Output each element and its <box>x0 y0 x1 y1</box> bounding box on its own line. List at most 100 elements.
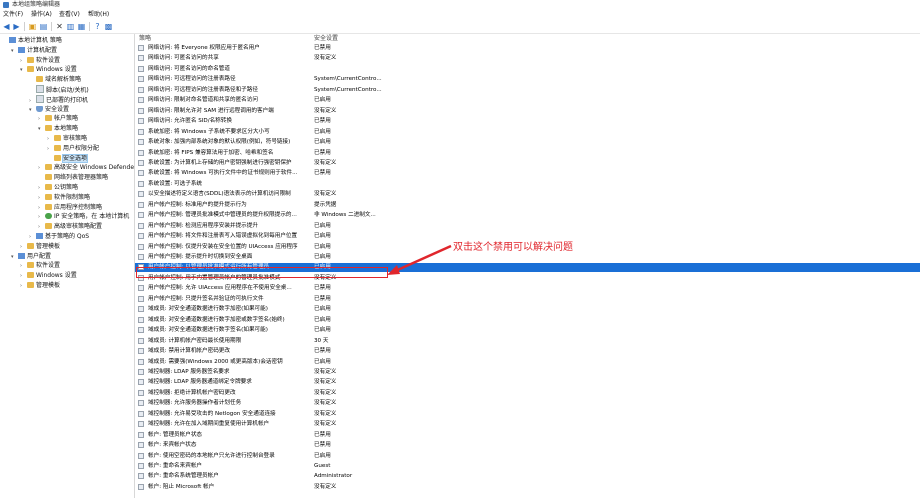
tree-node[interactable]: 网络列表管理器策略 <box>38 173 108 182</box>
tree-node[interactable]: › 软件限制策略 <box>38 193 90 202</box>
policy-row[interactable]: 系统加密: 将 FIPS 兼容算法用于加密、哈希和签名 已禁用 <box>135 149 920 158</box>
policy-row[interactable]: 帐户: 来宾帐户状态 已禁用 <box>135 441 920 450</box>
policy-row[interactable]: 域成员: 禁用计算机帐户密码更改 已禁用 <box>135 347 920 356</box>
policy-row[interactable]: 网络访问: 限制允许对 SAM 进行远程调用的客户端 没有定义 <box>135 107 920 116</box>
policy-row[interactable]: 域成员: 计算机帐户密码最长使用期限 30 天 <box>135 337 920 346</box>
policy-row[interactable]: 帐户: 管理员帐户状态 已禁用 <box>135 431 920 440</box>
tree-node[interactable]: › 管理模板 <box>20 242 60 251</box>
policy-row[interactable]: 网络访问: 可远程访问的注册表路径和子路径 System\CurrentContr… <box>135 86 920 95</box>
forward-icon[interactable]: ▶ <box>12 22 21 31</box>
export-icon[interactable]: ▥ <box>66 22 75 31</box>
tree-node[interactable]: › 公钥策略 <box>38 183 78 192</box>
policy-row[interactable]: 域控制器: LDAP 服务器签名要求 没有定义 <box>135 368 920 377</box>
chevron-down-icon[interactable]: ▾ <box>29 106 36 115</box>
policy-row[interactable]: 网络访问: 可远程访问的注册表路径 System\CurrentContro... <box>135 75 920 84</box>
tree-node[interactable]: 域名解析策略 <box>29 75 81 84</box>
tree-node[interactable]: 脚本(启动/关机) <box>29 85 89 94</box>
policy-row[interactable]: 帐户: 阻止 Microsoft 帐户 没有定义 <box>135 483 920 492</box>
policy-row[interactable]: 用户帐户控制: 标准用户的提升提示行为 提示凭据 <box>135 201 920 210</box>
view-icon[interactable]: ▦ <box>77 22 86 31</box>
policy-row[interactable]: 用户帐户控制: 只提升签名并验证的可执行文件 已禁用 <box>135 295 920 304</box>
tree-node[interactable]: › 管理模板 <box>20 281 60 290</box>
policy-row[interactable]: 系统加密: 将 Windows 子系统不要求区分大小写 已启用 <box>135 128 920 137</box>
policy-row[interactable]: 帐户: 使用空密码的本地帐户只允许进行控制台登录 已启用 <box>135 452 920 461</box>
tree-node[interactable]: ▾ 安全设置 <box>29 105 69 114</box>
tree-node[interactable]: › 应用程序控制策略 <box>38 203 102 212</box>
menu-view[interactable]: 查看(V) <box>59 11 80 19</box>
tree-node[interactable]: 本地计算机 策略 <box>2 36 62 45</box>
policy-row[interactable]: 域成员: 对安全通道数据进行数字加密(如果可能) 已启用 <box>135 305 920 314</box>
policy-row[interactable]: 系统对象: 加强内部系统对象的默认权限(例如，符号链接) 已启用 <box>135 138 920 147</box>
policy-row[interactable]: 域控制器: 允许在加入域期间重复使用计算机帐户 没有定义 <box>135 420 920 429</box>
policy-row[interactable]: 帐户: 重命名系统管理员帐户 Administrator <box>135 472 920 481</box>
tree-node[interactable]: › 软件设置 <box>20 56 60 65</box>
policy-row[interactable]: 网络访问: 可匿名访问的命名管道 <box>135 65 920 74</box>
tree-node[interactable]: 安全选项 <box>47 153 89 163</box>
chevron-right-icon[interactable]: › <box>38 223 45 232</box>
help-icon[interactable]: ? <box>93 22 102 31</box>
policy-row[interactable]: 网络访问: 可匿名访问的共享 没有定义 <box>135 54 920 63</box>
menu-action[interactable]: 操作(A) <box>31 11 52 19</box>
chevron-right-icon[interactable]: › <box>38 115 45 124</box>
chevron-right-icon[interactable]: › <box>20 272 27 281</box>
tree-node[interactable]: › 已部署的打印机 <box>29 94 88 104</box>
menu-file[interactable]: 文件(F) <box>3 11 23 19</box>
tree-node[interactable]: › Windows 设置 <box>20 271 77 280</box>
chevron-right-icon[interactable]: › <box>20 282 27 291</box>
tree-node[interactable]: › 帐户策略 <box>38 114 78 123</box>
policy-row[interactable]: 域成员: 对安全通道数据进行数字签名(如果可能) 已启用 <box>135 326 920 335</box>
properties-icon[interactable]: ▤ <box>39 22 48 31</box>
policy-row[interactable]: 帐户: 重命名来宾帐户 Guest <box>135 462 920 471</box>
chevron-down-icon[interactable]: ▾ <box>11 253 18 262</box>
back-icon[interactable]: ◀ <box>2 22 11 31</box>
policy-row[interactable]: 系统设置: 可选子系统 <box>135 180 920 189</box>
chevron-right-icon[interactable]: › <box>20 243 27 252</box>
view-icon[interactable]: ▩ <box>104 22 113 31</box>
policy-row[interactable]: 域成员: 需要强(Windows 2000 或更高版本)会话密钥 已启用 <box>135 358 920 367</box>
tree-node[interactable]: › 用户权限分配 <box>47 144 99 153</box>
chevron-right-icon[interactable]: › <box>38 213 45 222</box>
policy-row[interactable]: 以安全描述符定义语言(SDDL)语法表示的计算机访问限制 没有定义 <box>135 190 920 199</box>
chevron-right-icon[interactable]: › <box>47 145 54 154</box>
policy-row[interactable]: 网络访问: 将 Everyone 权限应用于匿名用户 已禁用 <box>135 44 920 53</box>
policy-row[interactable]: 域控制器: LDAP 服务器通道绑定令牌要求 没有定义 <box>135 378 920 387</box>
folder-up-icon[interactable]: ▣ <box>28 22 37 31</box>
tree-node[interactable]: › 高级安全 Windows Defender 防火墙 <box>38 163 134 173</box>
tree-node[interactable]: › 软件设置 <box>20 261 60 270</box>
tree-node[interactable]: ▾ 计算机配置 <box>11 46 57 55</box>
tree-node[interactable]: › IP 安全策略，在 本地计算机 <box>38 212 129 221</box>
chevron-right-icon[interactable]: › <box>20 262 27 271</box>
chevron-down-icon[interactable]: ▾ <box>20 66 27 75</box>
policy-row[interactable]: 域控制器: 允许易受攻击的 Netlogon 安全通道连接 没有定义 <box>135 410 920 419</box>
chevron-right-icon[interactable]: › <box>47 135 54 144</box>
chevron-right-icon[interactable]: › <box>20 57 27 66</box>
chevron-right-icon[interactable]: › <box>38 204 45 213</box>
policy-row[interactable]: 网络访问: 允许匿名 SID/名称转换 已禁用 <box>135 117 920 126</box>
policy-row[interactable]: 用户帐户控制: 检测应用程序安装并提示提升 已启用 <box>135 222 920 231</box>
policy-row[interactable]: 域控制器: 拒绝计算机帐户密码更改 没有定义 <box>135 389 920 398</box>
chevron-down-icon[interactable]: ▾ <box>11 47 18 56</box>
chevron-down-icon[interactable]: ▾ <box>38 125 45 134</box>
delete-icon[interactable]: ✕ <box>55 22 64 31</box>
tree-node[interactable]: › 基于策略的 QoS <box>29 232 89 241</box>
chevron-right-icon[interactable]: › <box>38 164 45 173</box>
policy-row[interactable]: 网络访问: 限制对命名管道和共享的匿名访问 已启用 <box>135 96 920 105</box>
tree-node[interactable]: › 审核策略 <box>47 134 87 143</box>
tree-node[interactable]: ▾ 本地策略 <box>38 124 78 133</box>
policy-row[interactable]: 用户帐户控制: 允许 UIAccess 应用程序在不使用安全桌... 已禁用 <box>135 284 920 293</box>
policy-row[interactable]: 用户帐户控制: 提示提升时切换到安全桌面 已启用 <box>135 253 920 262</box>
policy-row[interactable]: 系统设置: 将 Windows 可执行文件中的证书规则用于软件... 已禁用 <box>135 169 920 178</box>
column-header-policy[interactable]: 策略 <box>139 34 151 44</box>
column-header-setting[interactable]: 安全设置 <box>314 34 338 44</box>
menu-help[interactable]: 帮助(H) <box>88 11 109 19</box>
chevron-right-icon[interactable]: › <box>38 194 45 203</box>
policy-row[interactable]: 域控制器: 允许服务器操作者计划任务 没有定义 <box>135 399 920 408</box>
policy-row[interactable]: 用户帐户控制: 管理员批准模式中管理员的提升权限提示的... 非 Windows … <box>135 211 920 220</box>
tree-node[interactable]: ▾ 用户配置 <box>11 252 51 261</box>
chevron-right-icon[interactable]: › <box>38 184 45 193</box>
policy-row[interactable]: 系统设置: 为计算机上存储的用户密钥强制进行强密钥保护 没有定义 <box>135 159 920 168</box>
policy-row[interactable]: 域成员: 对安全通道数据进行数字加密或数字签名(始终) 已启用 <box>135 316 920 325</box>
tree-node[interactable]: › 高级审核策略配置 <box>38 222 102 231</box>
tree-node[interactable]: ▾ Windows 设置 <box>20 65 77 74</box>
chevron-right-icon[interactable]: › <box>29 233 36 242</box>
